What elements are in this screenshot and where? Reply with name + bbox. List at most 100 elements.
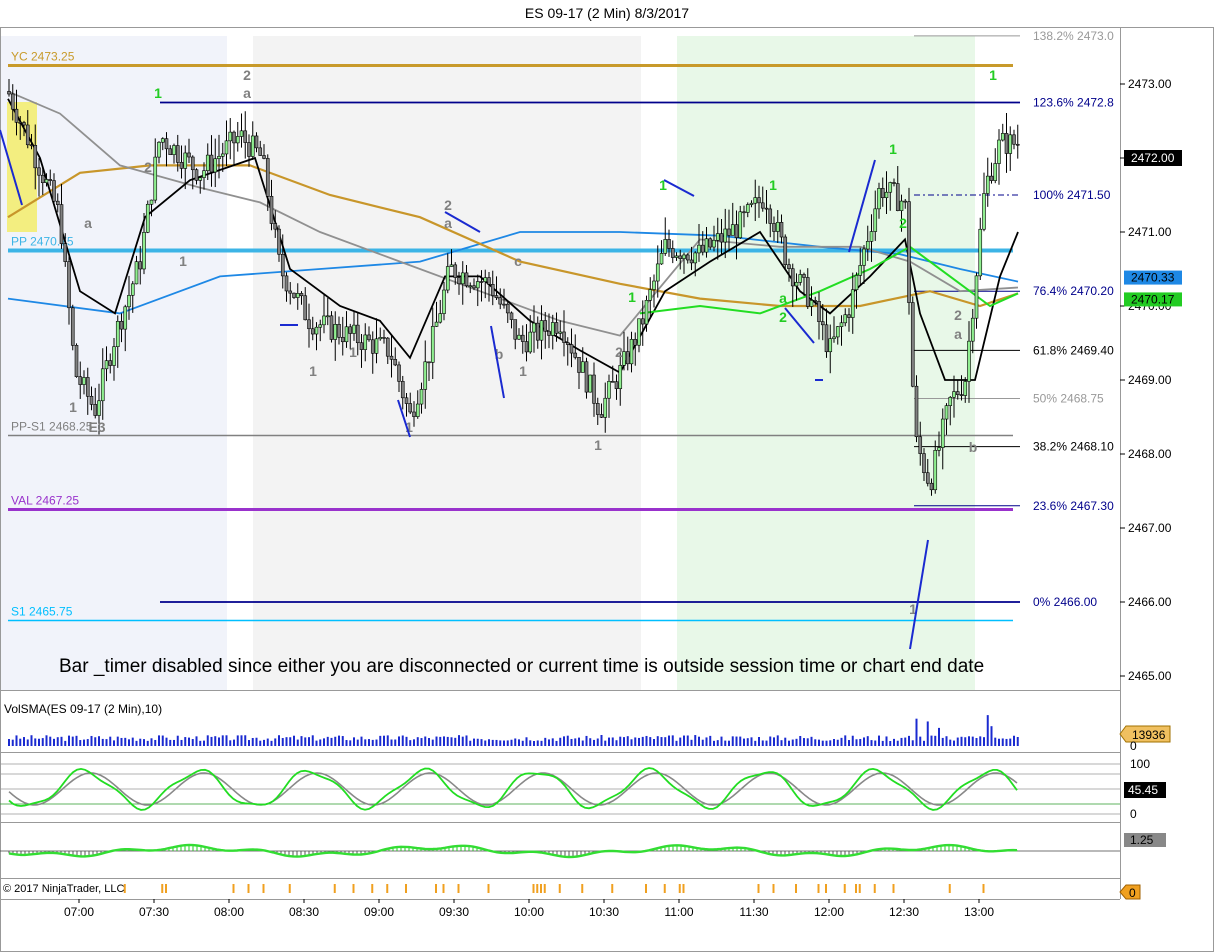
volume-bar	[885, 736, 888, 746]
volume-bar	[566, 735, 569, 746]
volume-bar	[634, 737, 637, 746]
volume-bar	[623, 737, 625, 746]
volume-bar	[431, 739, 434, 746]
volume-bar	[844, 735, 847, 746]
candle-body	[78, 376, 83, 385]
candle-body	[509, 312, 514, 320]
candle-body	[607, 381, 611, 399]
candle-body	[100, 368, 105, 402]
volume-bar	[945, 736, 948, 746]
candle-body	[355, 324, 360, 344]
candle-body	[374, 338, 379, 354]
candle-body	[663, 239, 668, 254]
volume-bar	[308, 737, 310, 746]
candle-body	[768, 208, 773, 224]
candle-body	[205, 154, 210, 171]
y-tick-label: 2466.00	[1128, 595, 1172, 609]
volume-bar	[150, 738, 153, 746]
fib-level-label: 100% 2471.50	[1033, 188, 1111, 202]
osc-tick-label: 100	[1130, 757, 1150, 771]
volume-bar	[848, 740, 850, 746]
volume-bar	[866, 736, 869, 746]
volume-bar	[589, 738, 592, 746]
candle-body	[179, 162, 184, 169]
volume-bar	[968, 736, 970, 746]
candle-body	[644, 299, 649, 325]
volume-bar	[713, 740, 715, 746]
volume-bar	[446, 736, 449, 746]
volume-bar	[8, 739, 10, 746]
candle-body	[764, 207, 769, 210]
volume-bar	[300, 736, 303, 746]
volume-bar	[926, 721, 929, 746]
candle-body	[310, 328, 315, 335]
volume-bar	[559, 737, 562, 746]
candle-body	[269, 196, 274, 224]
volume-bar	[285, 737, 288, 746]
candle-body	[790, 268, 795, 287]
candle-body	[948, 397, 953, 406]
volume-bar	[15, 735, 18, 746]
volume-bar	[529, 740, 532, 746]
candle-body	[535, 322, 540, 341]
x-tick-label: 09:00	[364, 905, 394, 919]
x-tick-label: 09:30	[439, 905, 469, 919]
volume-bar	[154, 739, 157, 746]
candle-body	[670, 248, 675, 258]
price-level-label: S1 2465.75	[11, 605, 73, 619]
candle-body	[700, 244, 705, 253]
volume-bar	[686, 735, 689, 746]
candle-body	[517, 334, 521, 340]
indicator-tag-label: 2470.17	[1131, 292, 1175, 306]
volume-bar	[514, 738, 517, 746]
volume-bar	[863, 737, 865, 746]
candle-body	[569, 344, 574, 354]
volume-bar	[270, 740, 273, 746]
candle-body	[187, 152, 191, 158]
candle-body	[25, 124, 30, 146]
third-value-label: 1.25	[1130, 833, 1154, 847]
volume-bar	[409, 740, 412, 746]
candle-body	[157, 141, 161, 158]
volume-bar	[263, 739, 265, 746]
volume-bar	[338, 735, 340, 746]
volume-bar	[240, 735, 243, 746]
volume-bar	[480, 739, 483, 746]
volume-bar	[341, 736, 344, 746]
candle-body	[303, 295, 308, 321]
volume-bar	[330, 737, 333, 746]
volume-bar	[394, 739, 397, 746]
volume-bar	[518, 739, 520, 746]
wave-marker: a	[444, 215, 452, 231]
volume-bar	[34, 738, 37, 746]
candle-body	[824, 324, 829, 353]
candle-body	[97, 400, 101, 416]
candle-body	[854, 275, 859, 291]
candle-body	[712, 239, 716, 248]
candle-body	[112, 346, 116, 366]
volume-bar	[994, 737, 997, 746]
price-level-label: PP-S1 2468.25	[11, 420, 93, 434]
volume-bar	[68, 735, 70, 746]
candle-body	[232, 131, 236, 144]
candle-body	[524, 341, 529, 353]
candle-body	[63, 243, 68, 262]
candle-body	[622, 351, 626, 366]
candle-body	[258, 147, 263, 156]
volume-bar	[911, 740, 914, 746]
volume-bar	[615, 740, 618, 746]
candle-body	[325, 315, 330, 318]
candle-body	[74, 345, 79, 377]
osc-value-label: 45.45	[1128, 783, 1158, 797]
signal-tick	[543, 884, 546, 893]
candle-body	[817, 301, 821, 322]
chart-canvas[interactable]: YC 2473.25PP 2470.75PP-S1 2468.25VAL 246…	[0, 0, 1214, 952]
candle-body	[108, 360, 113, 366]
volume-bar	[334, 736, 337, 746]
volume-bar	[101, 738, 104, 746]
copyright-label: © 2017 NinjaTrader, LLC	[3, 883, 125, 895]
candle-body	[520, 334, 525, 342]
volume-bar	[210, 736, 213, 746]
volume-bar	[971, 736, 974, 746]
candle-body	[423, 361, 428, 390]
